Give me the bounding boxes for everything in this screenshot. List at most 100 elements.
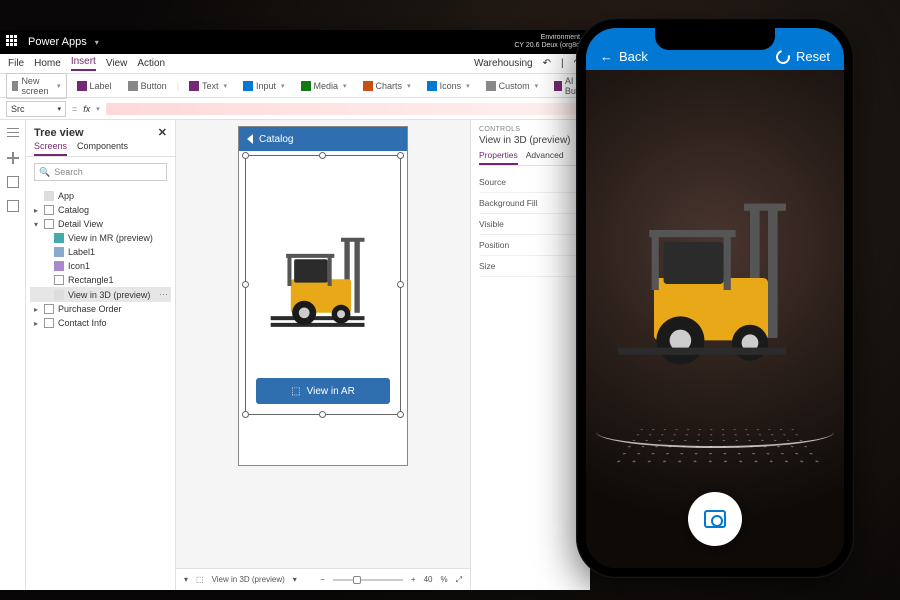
back-icon (247, 134, 253, 144)
left-rail (0, 120, 26, 590)
reset-icon (773, 47, 792, 66)
data-icon[interactable] (7, 176, 19, 188)
back-button[interactable]: ← Back (600, 49, 648, 64)
media-button[interactable]: Media▾ (295, 78, 353, 94)
view-ar-label: View in AR (307, 386, 355, 397)
resize-handle[interactable] (397, 281, 404, 288)
custom-button[interactable]: Custom▾ (480, 78, 545, 94)
forklift-ar-model (606, 190, 844, 390)
app-preview[interactable]: Catalog (238, 126, 408, 466)
menu-view[interactable]: View (106, 58, 128, 69)
capture-button[interactable] (688, 492, 742, 546)
undo-icon[interactable]: ↶ (543, 58, 551, 69)
canvas-footer: ▾ ⬚ View in 3D (preview) ▾ − + 40 % ⤢ (176, 568, 470, 590)
menu-file[interactable]: File (8, 58, 24, 69)
tree: App ▸Catalog ▾Detail View View in MR (pr… (26, 187, 175, 332)
charts-button[interactable]: Charts▾ (357, 78, 417, 94)
media-panel-icon[interactable] (7, 200, 19, 212)
app-name: Power Apps (28, 36, 87, 48)
prop-size[interactable]: Size (479, 256, 582, 277)
zoom-out-button[interactable]: − (320, 575, 325, 584)
more-icon[interactable]: ⋯ (159, 289, 169, 300)
search-placeholder: Search (54, 167, 83, 177)
props-heading: CONTROLS (479, 126, 582, 133)
props-control-name: View in 3D (preview) (479, 135, 582, 146)
chevron-down-icon[interactable]: ▾ (95, 38, 99, 47)
app-header-title: Catalog (259, 134, 293, 145)
resize-handle[interactable] (319, 411, 326, 418)
tree-node-catalog[interactable]: ▸Catalog (30, 203, 171, 217)
camera-icon (704, 510, 726, 528)
resize-handle[interactable] (242, 411, 249, 418)
resize-handle[interactable] (242, 152, 249, 159)
canvas[interactable]: Catalog (176, 120, 470, 590)
tab-screens[interactable]: Screens (34, 141, 67, 156)
tree-node-contact[interactable]: ▸Contact Info (30, 316, 171, 330)
ar-icon: ⬚ (291, 386, 300, 397)
prop-bg-fill[interactable]: Background Fill (479, 193, 582, 214)
tree-node-purchase[interactable]: ▸Purchase Order (30, 302, 171, 316)
menu-action[interactable]: Action (137, 58, 165, 69)
tree-view-icon[interactable] (7, 128, 19, 140)
tree-node-view-mr[interactable]: View in MR (preview) (30, 231, 171, 245)
input-button[interactable]: Input▾ (237, 78, 291, 94)
chevron-down-icon[interactable]: ▾ (293, 575, 297, 584)
tree-node-detail[interactable]: ▾Detail View (30, 217, 171, 231)
resize-handle[interactable] (242, 281, 249, 288)
reset-label: Reset (796, 49, 830, 64)
titlebar: Power Apps ▾ Environment CY 20.6 Deux (o… (0, 30, 590, 54)
prop-visible[interactable]: Visible (479, 214, 582, 235)
formula-bar: Src▾ = fx▾ (0, 98, 590, 120)
selection-breadcrumb[interactable]: View in 3D (preview) (212, 575, 285, 584)
icons-button[interactable]: Icons▾ (421, 78, 476, 94)
tree-view-pane: Tree view✕ Screens Components 🔍 Search A… (26, 120, 176, 590)
zoom-slider[interactable] (333, 579, 403, 581)
ar-camera-view[interactable] (586, 70, 844, 568)
tab-properties[interactable]: Properties (479, 150, 518, 165)
arrow-left-icon: ← (600, 49, 613, 64)
menu-home[interactable]: Home (34, 58, 61, 69)
insert-toolbar: New screen▾ Label Button | Text▾ Input▾ … (0, 74, 590, 98)
menubar: File Home Insert View Action Warehousing… (0, 54, 590, 74)
insert-icon[interactable] (7, 152, 19, 164)
project-name[interactable]: Warehousing (474, 58, 533, 69)
fx-icon: fx (83, 104, 90, 114)
property-selector[interactable]: Src▾ (6, 101, 66, 117)
view-in-ar-button[interactable]: ⬚ View in AR (256, 378, 390, 404)
resize-handle[interactable] (319, 152, 326, 159)
divider: | (561, 58, 564, 69)
workarea: Tree view✕ Screens Components 🔍 Search A… (0, 120, 590, 590)
chevron-down-icon[interactable]: ▾ (184, 575, 188, 584)
tree-node-rect1[interactable]: Rectangle1 (30, 273, 171, 287)
text-button[interactable]: Text▾ (183, 78, 233, 94)
environment-label: Environment (514, 34, 580, 42)
prop-source[interactable]: Source (479, 172, 582, 193)
back-label: Back (619, 49, 648, 64)
tree-node-icon1[interactable]: Icon1 (30, 259, 171, 273)
tab-advanced[interactable]: Advanced (526, 150, 564, 165)
fit-icon[interactable]: ⤢ (456, 575, 462, 585)
tab-components[interactable]: Components (77, 141, 128, 156)
zoom-in-button[interactable]: + (411, 575, 416, 584)
reset-button[interactable]: Reset (776, 49, 830, 64)
environment-picker[interactable]: Environment CY 20.6 Deux (org8d (514, 34, 584, 49)
button-button[interactable]: Button (122, 78, 173, 94)
app-launcher-icon[interactable] (6, 35, 20, 49)
environment-value: CY 20.6 Deux (org8d (514, 42, 580, 50)
tree-node-app[interactable]: App (30, 189, 171, 203)
phone-notch (655, 28, 775, 50)
label-button[interactable]: Label (71, 78, 118, 94)
tree-node-view-3d[interactable]: View in 3D (preview)⋯ (30, 287, 171, 302)
resize-handle[interactable] (397, 411, 404, 418)
properties-pane: CONTROLS View in 3D (preview) Properties… (470, 120, 590, 590)
menu-insert[interactable]: Insert (71, 56, 96, 71)
tree-node-label1[interactable]: Label1 (30, 245, 171, 259)
resize-handle[interactable] (397, 152, 404, 159)
search-input[interactable]: 🔍 Search (34, 163, 167, 181)
prop-position[interactable]: Position (479, 235, 582, 256)
forklift-3d-model (264, 226, 398, 346)
close-icon[interactable]: ✕ (158, 126, 167, 139)
new-screen-button[interactable]: New screen▾ (6, 73, 67, 99)
formula-input[interactable] (106, 103, 584, 115)
selection-box[interactable]: ⬚ View in AR (245, 155, 401, 415)
